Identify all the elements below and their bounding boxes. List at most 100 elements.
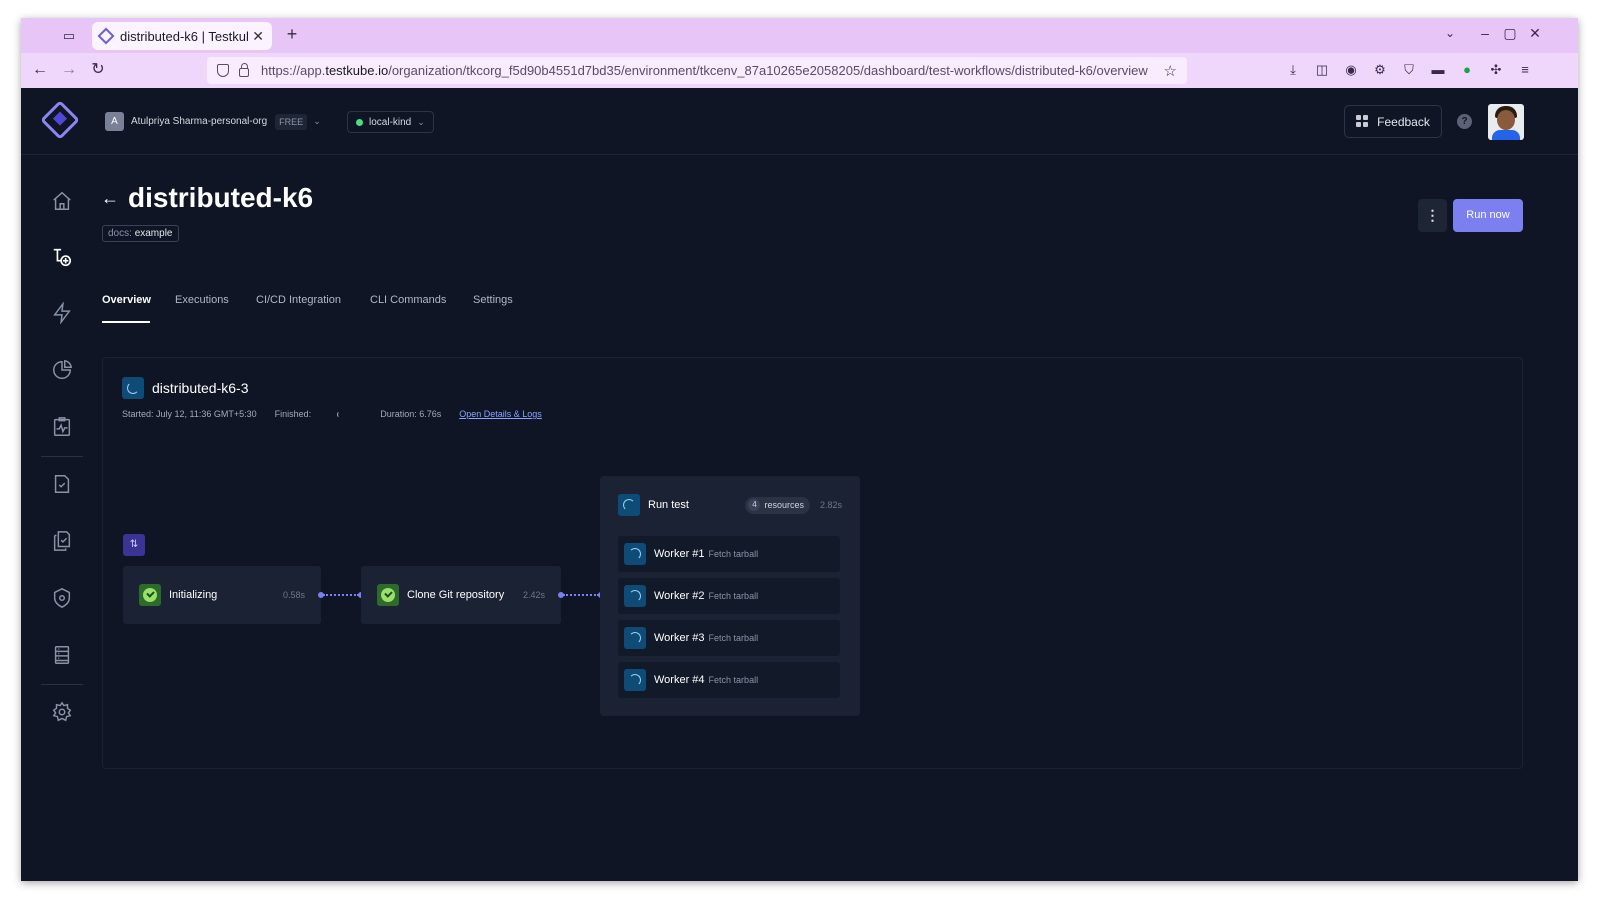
maximize-icon[interactable]: ▢ bbox=[1500, 25, 1520, 42]
run-now-button[interactable]: Run now bbox=[1453, 199, 1523, 232]
step-connector bbox=[563, 594, 599, 596]
active-tab-indicator bbox=[102, 321, 150, 323]
triggers-icon[interactable] bbox=[51, 301, 73, 325]
tab-cicd-integration[interactable]: CI/CD Integration bbox=[256, 294, 341, 306]
settings-icon[interactable] bbox=[51, 701, 73, 723]
testkube-app: A Atulpriya Sharma-personal-org FREE ⌄ l… bbox=[21, 88, 1578, 881]
running-spinner-icon bbox=[624, 669, 646, 691]
back-arrow-icon[interactable]: ← bbox=[101, 188, 119, 209]
chevron-down-icon: ⌄ bbox=[313, 116, 321, 126]
environment-switcher[interactable]: local-kind ⌄ bbox=[347, 111, 434, 133]
tab-executions[interactable]: Executions bbox=[175, 294, 229, 306]
tab-settings[interactable]: Settings bbox=[473, 294, 513, 306]
worker-name: Worker #3 bbox=[654, 632, 705, 644]
git-icon: ⇅ bbox=[123, 534, 145, 556]
worker-status: Fetch tarball bbox=[708, 633, 759, 643]
parallel-step-run-test[interactable]: Run test 4 resources 2.82s Worker #1 Fet… bbox=[600, 476, 860, 716]
org-switcher[interactable]: A Atulpriya Sharma-personal-org FREE ⌄ bbox=[105, 112, 321, 131]
reload-icon[interactable]: ↻ bbox=[88, 61, 108, 79]
tests-icon[interactable] bbox=[51, 473, 73, 495]
menu-icon[interactable]: ≡ bbox=[1517, 62, 1533, 78]
step-initializing[interactable]: Initializing 0.58s bbox=[123, 566, 321, 624]
sidebar bbox=[21, 155, 102, 881]
worker-status: Fetch tarball bbox=[708, 675, 759, 685]
plan-badge: FREE bbox=[275, 113, 308, 130]
close-window-icon[interactable]: ✕ bbox=[1525, 25, 1545, 42]
running-spinner-icon bbox=[624, 627, 646, 649]
running-spinner-icon bbox=[122, 377, 144, 399]
user-avatar[interactable] bbox=[1488, 104, 1524, 140]
worker-row[interactable]: Worker #4 Fetch tarball bbox=[618, 662, 840, 698]
bookmark-star-icon[interactable]: ☆ bbox=[1164, 62, 1177, 80]
app-topbar: A Atulpriya Sharma-personal-org FREE ⌄ l… bbox=[21, 88, 1578, 155]
step-duration: 2.42s bbox=[522, 590, 545, 600]
tab-overview[interactable]: Overview bbox=[102, 294, 151, 306]
reader-view-icon[interactable]: ◫ bbox=[1314, 62, 1330, 78]
worker-row[interactable]: Worker #1 Fetch tarball bbox=[618, 536, 840, 572]
step-name: Initializing bbox=[169, 589, 218, 601]
step-clone-git-repository[interactable]: Clone Git repository 2.42s bbox=[361, 566, 561, 624]
execution-name[interactable]: distributed-k6-3 bbox=[152, 380, 249, 396]
page-title: distributed-k6 bbox=[128, 182, 314, 213]
sidebar-divider bbox=[41, 684, 83, 685]
running-spinner-icon bbox=[624, 585, 646, 607]
extension-icon[interactable]: ⚙ bbox=[1372, 62, 1388, 78]
analytics-icon[interactable] bbox=[51, 359, 73, 381]
browser-tab[interactable]: distributed-k6 | Testkube ✕ bbox=[92, 22, 272, 50]
testkube-logo-icon[interactable] bbox=[40, 100, 80, 140]
worker-name: Worker #4 bbox=[654, 674, 705, 686]
url-text[interactable]: https://app.testkube.io/organization/tkc… bbox=[261, 63, 1164, 78]
org-avatar: A bbox=[105, 112, 124, 131]
close-tab-icon[interactable]: ✕ bbox=[252, 28, 264, 45]
browser-tabbar: ▭ distributed-k6 | Testkube ✕ + ⌄ – ▢ ✕ bbox=[21, 18, 1578, 53]
test-workflows-icon[interactable] bbox=[51, 246, 73, 268]
environment-name: local-kind bbox=[369, 116, 412, 128]
label-chip: docs: example bbox=[102, 225, 179, 242]
home-icon[interactable] bbox=[51, 190, 73, 212]
execution-meta: Started: July 12, 11:36 GMT+5:30 Finishe… bbox=[122, 409, 560, 419]
worker-status: Fetch tarball bbox=[708, 549, 759, 559]
shield-icon[interactable] bbox=[217, 64, 229, 77]
help-icon[interactable]: ? bbox=[1457, 114, 1472, 129]
download-icon[interactable]: ⤓ bbox=[1285, 62, 1301, 78]
tab-cli-commands[interactable]: CLI Commands bbox=[370, 294, 446, 306]
worker-name: Worker #1 bbox=[654, 548, 705, 560]
parallel-step-name: Run test bbox=[648, 499, 689, 511]
running-spinner-icon bbox=[624, 543, 646, 565]
browser-window: ▭ distributed-k6 | Testkube ✕ + ⌄ – ▢ ✕ … bbox=[21, 18, 1578, 881]
test-suites-icon[interactable] bbox=[51, 530, 73, 552]
back-icon[interactable]: ← bbox=[30, 61, 50, 79]
slack-icon bbox=[1356, 115, 1369, 128]
browser-navbar: ← → ↻ https://app.testkube.io/organizati… bbox=[21, 53, 1578, 88]
minimize-icon[interactable]: – bbox=[1475, 25, 1495, 41]
new-tab-icon[interactable]: + bbox=[281, 24, 303, 45]
grammar-extension-icon[interactable]: ● bbox=[1459, 62, 1475, 78]
account-icon[interactable]: ◉ bbox=[1343, 62, 1359, 78]
running-spinner-icon bbox=[618, 494, 640, 516]
check-icon bbox=[139, 584, 161, 606]
executors-icon[interactable] bbox=[51, 644, 73, 666]
chevron-down-icon[interactable]: ⌄ bbox=[1445, 26, 1455, 40]
more-options-button[interactable]: ⋮ bbox=[1418, 199, 1447, 232]
feedback-label: Feedback bbox=[1377, 114, 1430, 129]
open-details-link[interactable]: Open Details & Logs bbox=[459, 409, 542, 419]
worker-row[interactable]: Worker #2 Fetch tarball bbox=[618, 578, 840, 614]
password-manager-icon[interactable]: ▬ bbox=[1430, 62, 1446, 78]
lock-icon[interactable] bbox=[239, 62, 249, 77]
loading-icon bbox=[337, 411, 344, 419]
extensions-puzzle-icon[interactable]: ✣ bbox=[1488, 62, 1504, 78]
worker-row[interactable]: Worker #3 Fetch tarball bbox=[618, 620, 840, 656]
finished-group: Finished: bbox=[275, 409, 363, 419]
forward-icon[interactable]: → bbox=[59, 61, 79, 79]
url-bar[interactable]: https://app.testkube.io/organization/tkc… bbox=[207, 57, 1187, 84]
feedback-button[interactable]: Feedback bbox=[1344, 105, 1442, 138]
security-icon[interactable] bbox=[51, 587, 73, 609]
worker-status: Fetch tarball bbox=[708, 591, 759, 601]
insights-icon[interactable] bbox=[51, 416, 73, 438]
finished-text: Finished: bbox=[274, 409, 312, 419]
shield-extension-icon[interactable]: ⛉ bbox=[1401, 62, 1417, 78]
tab-list-icon[interactable]: ▭ bbox=[60, 27, 78, 45]
step-duration: 0.58s bbox=[282, 590, 305, 600]
execution-header: distributed-k6-3 bbox=[122, 377, 249, 399]
testkube-favicon-icon bbox=[97, 27, 115, 45]
